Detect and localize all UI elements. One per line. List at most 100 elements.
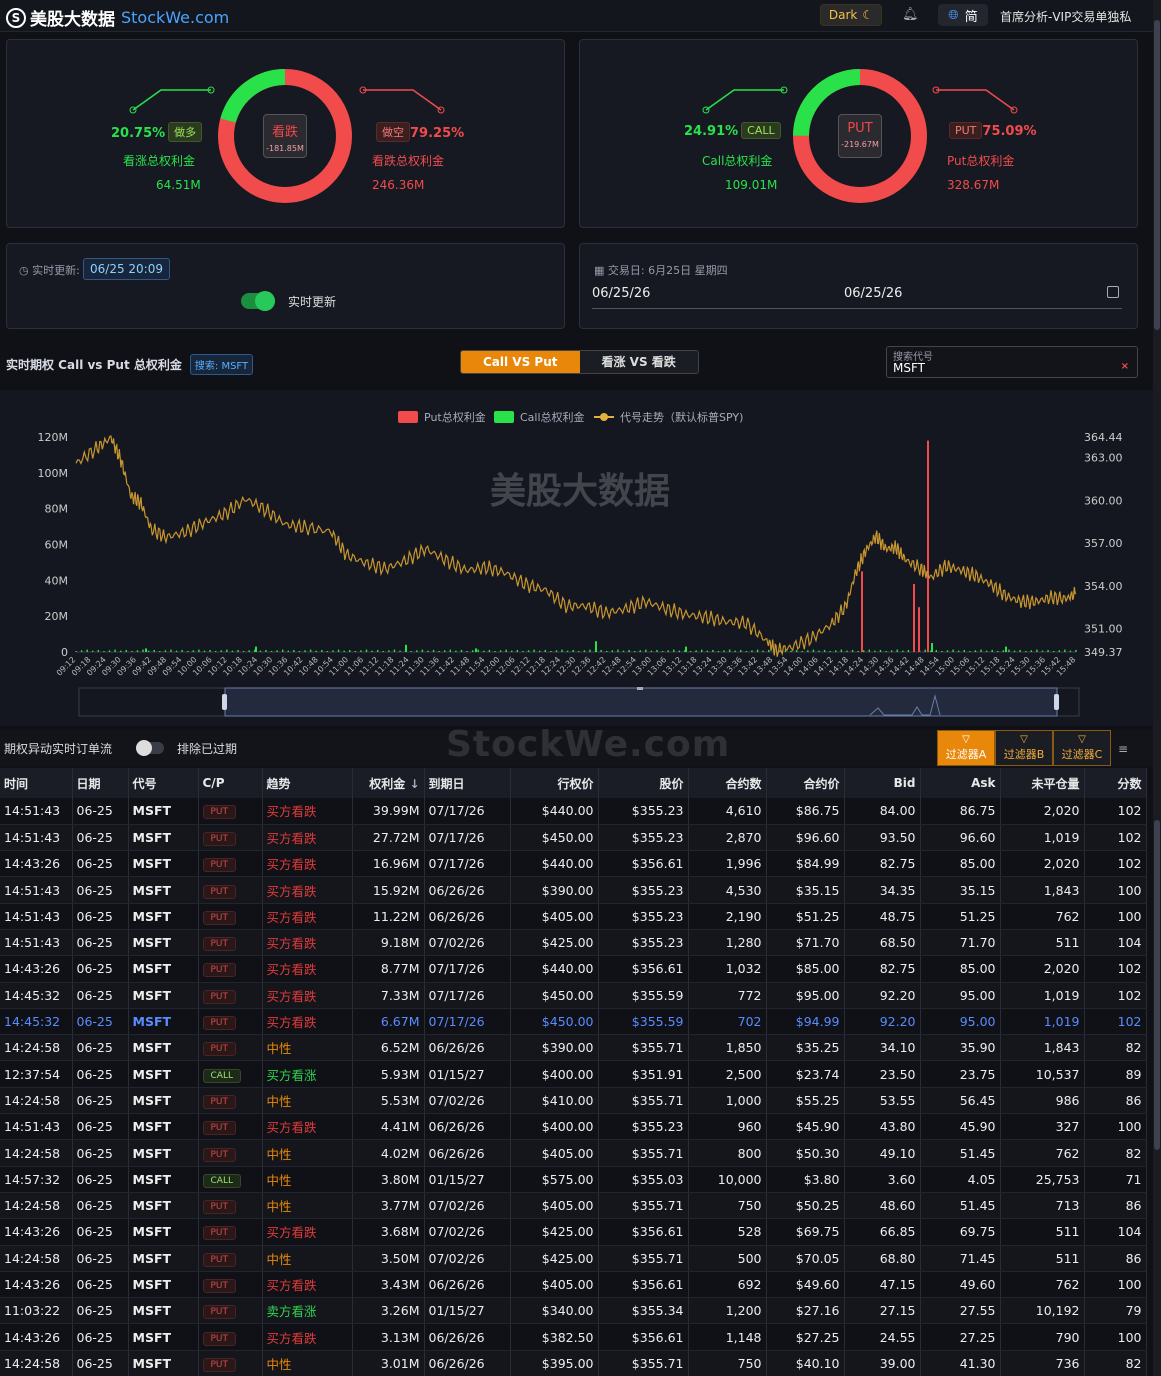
table-cell: MSFT (128, 1350, 199, 1376)
table-cell: $50.30 (766, 1139, 845, 1167)
cell-text: 68.80 (879, 1250, 916, 1266)
table-row[interactable]: 14:24:58 06-25 MSFT PUT 中性 3.50M 07/02/26 $425.… (0, 1245, 1147, 1272)
column-header[interactable]: 行权价 (510, 768, 599, 798)
cell-text: 06-25 (76, 1171, 113, 1187)
table-row[interactable]: 14:24:58 06-25 MSFT PUT 中性 3.77M 07/02/26 $405.… (0, 1192, 1147, 1220)
table-row[interactable]: 14:24:58 06-25 MSFT PUT 中性 5.53M 07/02/26 $410.… (0, 1087, 1147, 1115)
cell-text: $27.16 (795, 1303, 840, 1319)
cell-text: MSFT (132, 1040, 172, 1056)
cell-text: 14:43:26 (4, 856, 61, 872)
column-header[interactable]: C/P (198, 768, 263, 798)
column-header[interactable]: 代号 (128, 768, 199, 798)
put-value: 328.67M (947, 178, 1000, 192)
dark-mode-button[interactable]: Dark ☾ (820, 4, 882, 26)
column-header[interactable]: 权利金 ↓ (352, 768, 425, 798)
column-header[interactable]: 股价 (598, 768, 689, 798)
cell-text: 100 (1117, 1276, 1142, 1292)
bell-icon[interactable]: 🔔︎ (902, 7, 919, 22)
column-header[interactable]: Ask (920, 768, 1001, 798)
cell-text: 48.60 (879, 1198, 916, 1214)
table-row[interactable]: 14:43:26 06-25 MSFT PUT 买方看跌 3.68M 07/02/26 $42… (0, 1218, 1147, 1246)
cell-text: 71.45 (959, 1250, 996, 1266)
filter-icon: ▽ (1078, 734, 1086, 745)
table-row[interactable]: 14:24:58 06-25 MSFT PUT 中性 4.02M 06/26/26 $405.… (0, 1139, 1147, 1167)
filter-c-button[interactable]: ▽ 过滤器C (1053, 730, 1111, 766)
table-row[interactable]: 14:45:32 06-25 MSFT PUT 买方看跌 7.33M 07/17/26 $45… (0, 982, 1147, 1009)
column-header[interactable]: 未平仓量 (1000, 768, 1085, 798)
table-row[interactable]: 14:43:26 06-25 MSFT PUT 买方看跌 3.43M 06/26/26 $40… (0, 1271, 1147, 1299)
cell-text: $86.75 (795, 803, 840, 819)
cell-text: MSFT (132, 1066, 172, 1082)
table-row[interactable]: 14:51:43 06-25 MSFT PUT 买方看跌 4.41M 06/26/26 $40… (0, 1113, 1147, 1141)
cell-text: 06-25 (76, 1066, 113, 1082)
table-cell: PUT (198, 1192, 263, 1220)
cell-text: 06-25 (76, 1224, 113, 1240)
table-row[interactable]: 11:03:22 06-25 MSFT PUT 卖方看涨 3.26M 01/15/27 $34… (0, 1297, 1147, 1325)
calendar-icon[interactable] (1107, 286, 1119, 298)
table-row[interactable]: 14:51:43 06-25 MSFT PUT 买方看跌 15.92M 06/26/26 $3… (0, 876, 1147, 904)
cell-text: 790 (1055, 1329, 1080, 1345)
table-cell: $27.25 (766, 1323, 845, 1351)
table-cell: 327 (1000, 1113, 1085, 1141)
bull-vs-bear-tab[interactable]: 看涨 VS 看跌 (579, 351, 698, 373)
column-header[interactable]: 合约数 (688, 768, 767, 798)
table-cell: MSFT (128, 903, 199, 930)
clear-search-icon[interactable]: × (1121, 361, 1129, 372)
start-date-input[interactable]: 06/25/26 (592, 286, 650, 301)
cell-text: 25,753 (1035, 1171, 1080, 1187)
table-row[interactable]: 12:37:54 06-25 MSFT CALL 买方看涨 5.93M 01/15/27 $4… (0, 1060, 1147, 1088)
symbol-search-input[interactable]: 搜索代号 MSFT × (886, 346, 1138, 378)
cell-text: 买方看跌 (266, 962, 317, 978)
filter-a-button[interactable]: ▽ 过滤器A (937, 730, 995, 766)
table-cell: 39.99M (352, 798, 425, 825)
page-scrollbar[interactable] (1153, 0, 1161, 1376)
table-cell: 95.00 (920, 982, 1001, 1009)
table-row[interactable]: 14:43:26 06-25 MSFT PUT 买方看跌 16.96M 07/17/26 $4… (0, 850, 1147, 878)
table-row[interactable]: 14:51:43 06-25 MSFT PUT 买方看跌 9.18M 07/02/26 $42… (0, 929, 1147, 957)
table-cell: 06-25 (72, 1060, 129, 1088)
sort-desc-icon[interactable]: ↓ (405, 777, 419, 791)
table-cell: 511 (1000, 929, 1085, 957)
table-cell: 96.60 (920, 824, 1001, 852)
column-header[interactable]: 分数 (1084, 768, 1147, 798)
language-button[interactable]: 🌐︎ 简 (938, 4, 988, 26)
end-date-input[interactable]: 06/25/26 (844, 286, 902, 301)
columns-menu-icon[interactable]: ≡ (1118, 742, 1128, 756)
table-row[interactable]: 14:24:58 06-25 MSFT PUT 中性 6.52M 06/26/26 $390.… (0, 1034, 1147, 1062)
cell-text: $355.23 (631, 908, 684, 924)
cell-text: $355.03 (631, 1171, 684, 1187)
table-cell: 06-25 (72, 1271, 129, 1299)
cell-text: 01/15/27 (428, 1066, 485, 1082)
column-header[interactable]: Bid (844, 768, 921, 798)
logo[interactable]: S 美股大数据 StockWe.com (6, 5, 229, 30)
column-header[interactable]: 日期 (72, 768, 129, 798)
table-cell: 100 (1084, 903, 1147, 930)
column-header[interactable]: 合约价 (766, 768, 845, 798)
bear-label: 看跌总权利金 (372, 154, 445, 168)
zoom-handle-right (1054, 694, 1059, 710)
table-row[interactable]: 14:24:58 06-25 MSFT PUT 中性 3.01M 06/26/26 $395.… (0, 1350, 1147, 1376)
table-row[interactable]: 14:43:26 06-25 MSFT PUT 买方看跌 3.13M 06/26/26 $38… (0, 1323, 1147, 1351)
cell-text: 16.96M (372, 856, 420, 872)
call-vs-put-tab[interactable]: Call VS Put (461, 351, 580, 373)
column-header[interactable]: 时间 (0, 768, 73, 798)
table-row[interactable]: 14:45:32 06-25 MSFT PUT 买方看跌 6.67M 07/17/26 $45… (0, 1008, 1147, 1036)
cell-text: $355.23 (631, 1119, 684, 1135)
table-row[interactable]: 14:51:43 06-25 MSFT PUT 买方看跌 11.22M 06/26/26 $4… (0, 903, 1147, 930)
table-row[interactable]: 14:57:32 06-25 MSFT CALL 中性 3.80M 01/15/27 $575… (0, 1166, 1147, 1193)
table-cell: MSFT (128, 1245, 199, 1272)
table-row[interactable]: 14:51:43 06-25 MSFT PUT 买方看跌 39.99M 07/17/26 $4… (0, 798, 1147, 825)
nav-link-vip[interactable]: 首席分析-VIP交易单独私 (1000, 8, 1141, 25)
exclude-expired-toggle[interactable] (136, 740, 164, 756)
table-row[interactable]: 14:51:43 06-25 MSFT PUT 买方看跌 27.72M 07/17/26 $4… (0, 824, 1147, 852)
filter-b-button[interactable]: ▽ 过滤器B (995, 730, 1053, 766)
cp-badge: PUT (202, 884, 237, 899)
table-row[interactable]: 14:43:26 06-25 MSFT PUT 买方看跌 8.77M 07/17/26 $44… (0, 955, 1147, 983)
column-header[interactable]: 到期日 (424, 768, 511, 798)
cp-badge: PUT (202, 1226, 237, 1241)
call-bar (935, 649, 938, 652)
column-header[interactable]: 趋势 (262, 768, 353, 798)
realtime-toggle[interactable] (241, 291, 275, 311)
cell-text: 23.50 (879, 1066, 916, 1082)
call-bar (678, 650, 681, 652)
